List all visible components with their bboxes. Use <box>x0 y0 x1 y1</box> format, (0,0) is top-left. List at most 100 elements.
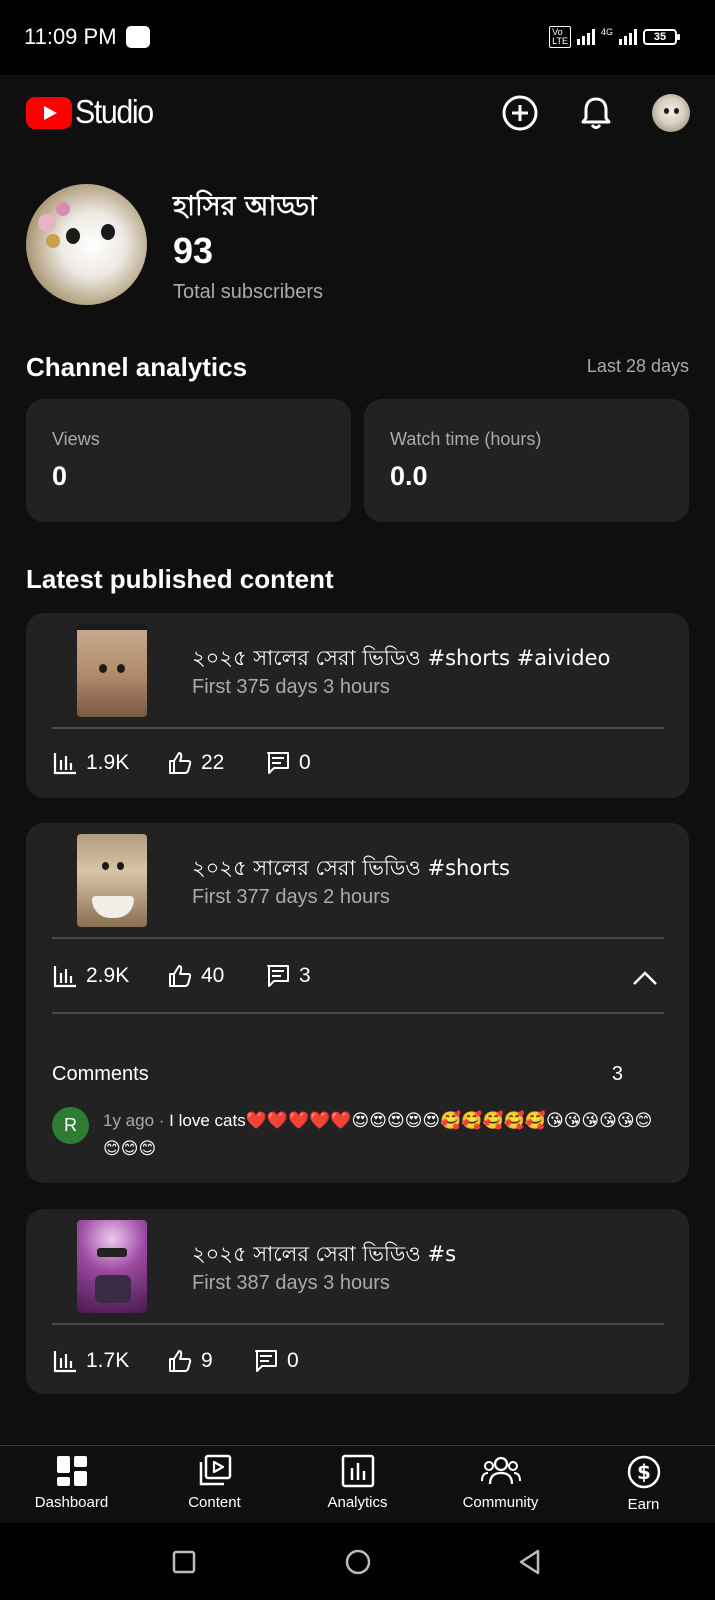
views-bar-chart-icon <box>53 753 76 775</box>
views-metric: 1.9K <box>52 750 129 776</box>
battery-icon: 35 <box>643 29 680 45</box>
analytics-icon <box>341 1454 374 1488</box>
chevron-up-icon[interactable] <box>631 968 659 988</box>
views-label: Views <box>52 429 100 449</box>
like-icon <box>169 1350 192 1372</box>
comments-metric: 3 <box>265 963 311 989</box>
bottom-nav: Dashboard Content Analytics Community $ <box>0 1445 715 1523</box>
views-value: 1.9K <box>86 751 130 774</box>
account-avatar[interactable] <box>652 94 690 132</box>
content-card-1[interactable]: ২০২৫ সালের সেরা ভিডিও #shorts #aivideo F… <box>26 613 689 798</box>
comment-separator: · <box>154 1111 170 1130</box>
channel-name: হাসির আড্ডা <box>173 191 317 222</box>
nav-label: Community <box>462 1494 539 1511</box>
nav-label: Analytics <box>327 1494 388 1511</box>
latest-content-title: Latest published content <box>26 564 334 594</box>
views-value: 0 <box>52 461 68 491</box>
divider <box>52 727 664 729</box>
comment-icon <box>267 752 289 774</box>
comments-value: 0 <box>299 751 311 774</box>
status-icons: Vo LTE 4G 35 <box>549 26 680 48</box>
comments-value: 3 <box>299 964 311 987</box>
notifications-icon[interactable] <box>576 93 616 133</box>
nav-dashboard[interactable]: Dashboard <box>0 1454 143 1511</box>
studio-logo-text[interactable]: Studio <box>75 93 154 131</box>
back-icon[interactable] <box>518 1549 542 1575</box>
watch-time-label: Watch time (hours) <box>390 429 542 449</box>
likes-metric: 40 <box>167 963 224 989</box>
notification-dot-icon <box>126 26 150 48</box>
likes-value: 40 <box>201 964 225 987</box>
nav-community[interactable]: Community <box>429 1454 572 1511</box>
volte-icon: Vo LTE <box>549 26 571 48</box>
video-age: First 375 days 3 hours <box>192 676 390 698</box>
youtube-logo-icon[interactable] <box>26 97 72 129</box>
channel-avatar <box>26 184 147 305</box>
comments-metric: 0 <box>265 750 311 776</box>
likes-value: 9 <box>201 1349 213 1372</box>
comment-icon <box>267 965 289 987</box>
home-icon[interactable] <box>345 1549 371 1575</box>
like-icon <box>169 752 192 774</box>
svg-text:$: $ <box>637 1460 651 1484</box>
divider <box>52 1012 664 1014</box>
channel-analytics-title: Channel analytics <box>26 352 248 382</box>
content-icon <box>199 1454 231 1486</box>
nav-content[interactable]: Content <box>143 1454 286 1511</box>
subscriber-count: 93 <box>173 230 214 271</box>
comments-value: 0 <box>287 1349 299 1372</box>
comments-metric: 0 <box>253 1348 299 1374</box>
video-title[interactable]: ২০২৫ সালের সেরা ভিডিও #s <box>192 1238 456 1273</box>
likes-metric: 9 <box>167 1348 213 1374</box>
nav-label: Content <box>188 1494 241 1511</box>
status-bar: 11:09 PM Vo LTE 4G 35 <box>0 0 715 75</box>
video-title[interactable]: ২০২৫ সালের সেরা ভিডিও #shorts #aivideo <box>192 642 610 677</box>
comment-icon <box>255 1350 277 1372</box>
video-thumbnail[interactable] <box>77 624 147 717</box>
content-card-2[interactable]: ২০২৫ সালের সেরা ভিডিও #shorts First 377 … <box>26 823 689 1183</box>
analytics-range[interactable]: Last 28 days <box>587 356 689 377</box>
divider <box>52 1323 664 1325</box>
content-card-3[interactable]: ২০২৫ সালের সেরা ভিডিও #s First 387 days … <box>26 1209 689 1394</box>
views-metric: 2.9K <box>52 963 129 989</box>
earn-icon: $ <box>627 1455 660 1489</box>
nav-label: Earn <box>627 1496 660 1513</box>
create-icon[interactable] <box>500 93 540 133</box>
watch-time-card[interactable]: Watch time (hours) 0.0 <box>364 399 689 522</box>
views-bar-chart-icon <box>53 1351 76 1373</box>
divider <box>52 937 664 939</box>
video-age: First 377 days 2 hours <box>192 886 390 908</box>
views-value: 2.9K <box>86 964 130 987</box>
likes-metric: 22 <box>167 750 224 776</box>
network-type: 4G <box>600 27 613 37</box>
signal-icon <box>576 29 595 45</box>
subscriber-label: Total subscribers <box>173 281 324 303</box>
comments-count: 3 <box>611 1063 623 1085</box>
nav-analytics[interactable]: Analytics <box>286 1454 429 1511</box>
video-age: First 387 days 3 hours <box>192 1272 390 1294</box>
dashboard-icon <box>56 1456 87 1486</box>
signal-icon-2 <box>619 29 637 45</box>
views-value: 1.7K <box>86 1349 130 1372</box>
recents-icon[interactable] <box>172 1550 196 1574</box>
likes-value: 22 <box>201 751 225 774</box>
commenter-avatar[interactable]: R <box>52 1107 89 1144</box>
views-bar-chart-icon <box>53 966 76 988</box>
nav-label: Dashboard <box>34 1494 109 1511</box>
status-time: 11:09 PM <box>24 24 117 49</box>
app-header: Studio <box>0 75 715 155</box>
comment-text: I love cats❤️❤️❤️❤️❤️😍😍😍😍😍🥰🥰🥰🥰🥰😘😘😘😘😘😊😊😊😊 <box>103 1111 653 1158</box>
views-card[interactable]: Views 0 <box>26 399 351 522</box>
system-nav-bar <box>0 1523 715 1600</box>
like-icon <box>169 965 192 987</box>
community-icon <box>480 1456 521 1485</box>
nav-earn[interactable]: $ Earn <box>572 1454 715 1513</box>
video-title[interactable]: ২০২৫ সালের সেরা ভিডিও #shorts <box>192 852 510 887</box>
comment-time: 1y ago <box>103 1111 155 1130</box>
comment-body[interactable]: 1y ago · I love cats❤️❤️❤️❤️❤️😍😍😍😍😍🥰🥰🥰🥰🥰… <box>103 1107 663 1163</box>
watch-time-value: 0.0 <box>390 461 428 491</box>
video-thumbnail[interactable] <box>77 1220 147 1313</box>
views-metric: 1.7K <box>52 1348 129 1374</box>
video-thumbnail[interactable] <box>77 834 147 927</box>
comments-label: Comments <box>52 1063 149 1085</box>
